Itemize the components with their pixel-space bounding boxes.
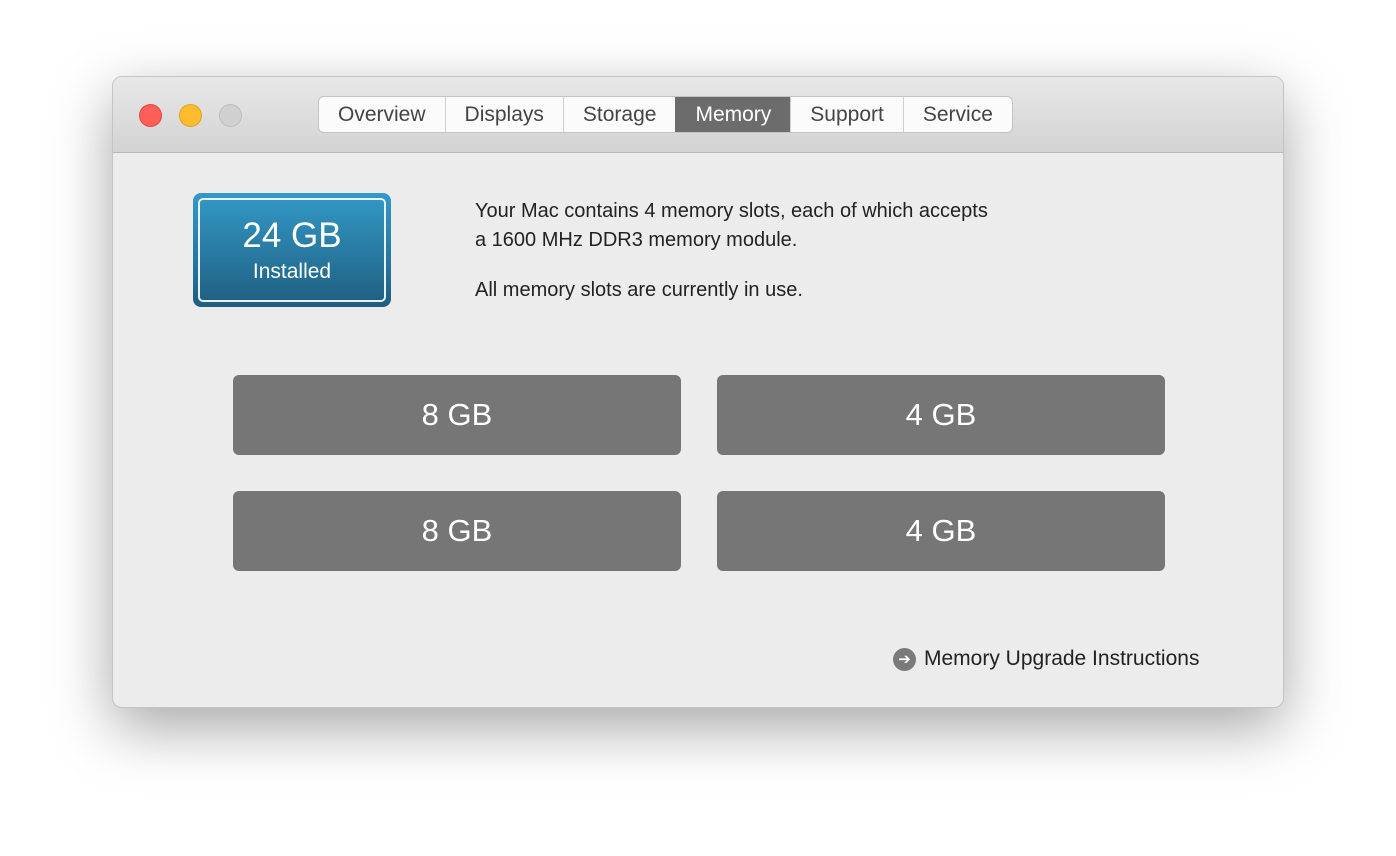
about-this-mac-window: Overview Displays Storage Memory Support… (112, 76, 1284, 708)
arrow-right-circle-icon: ➔ (893, 647, 916, 671)
memory-slot-1: 8 GB (233, 375, 681, 455)
tab-overview[interactable]: Overview (319, 97, 445, 132)
zoom-button[interactable] (219, 104, 242, 127)
description-line-1: Your Mac contains 4 memory slots, each o… (475, 200, 988, 222)
installed-amount: 24 GB (242, 216, 342, 255)
installed-memory-badge: 24 GB Installed (193, 193, 391, 307)
tab-service[interactable]: Service (902, 97, 1012, 132)
tab-support[interactable]: Support (790, 97, 903, 132)
title-bar: Overview Displays Storage Memory Support… (113, 77, 1283, 153)
slots-status: All memory slots are currently in use. (475, 279, 803, 301)
memory-upgrade-instructions-link[interactable]: ➔ Memory Upgrade Instructions (893, 647, 1199, 671)
upgrade-link-label: Memory Upgrade Instructions (924, 647, 1200, 670)
tab-bar: Overview Displays Storage Memory Support… (318, 96, 1013, 133)
description-line-2: a 1600 MHz DDR3 memory module. (475, 229, 798, 251)
memory-slot-3: 8 GB (233, 491, 681, 571)
tab-memory[interactable]: Memory (675, 97, 791, 132)
tab-storage[interactable]: Storage (562, 97, 676, 132)
memory-slot-4: 4 GB (717, 491, 1165, 571)
memory-description: Your Mac contains 4 memory slots, each o… (475, 197, 988, 305)
minimize-button[interactable] (179, 104, 202, 127)
tab-displays[interactable]: Displays (444, 97, 563, 132)
memory-slot-2: 4 GB (717, 375, 1165, 455)
installed-label: Installed (252, 260, 332, 283)
close-button[interactable] (139, 104, 162, 127)
